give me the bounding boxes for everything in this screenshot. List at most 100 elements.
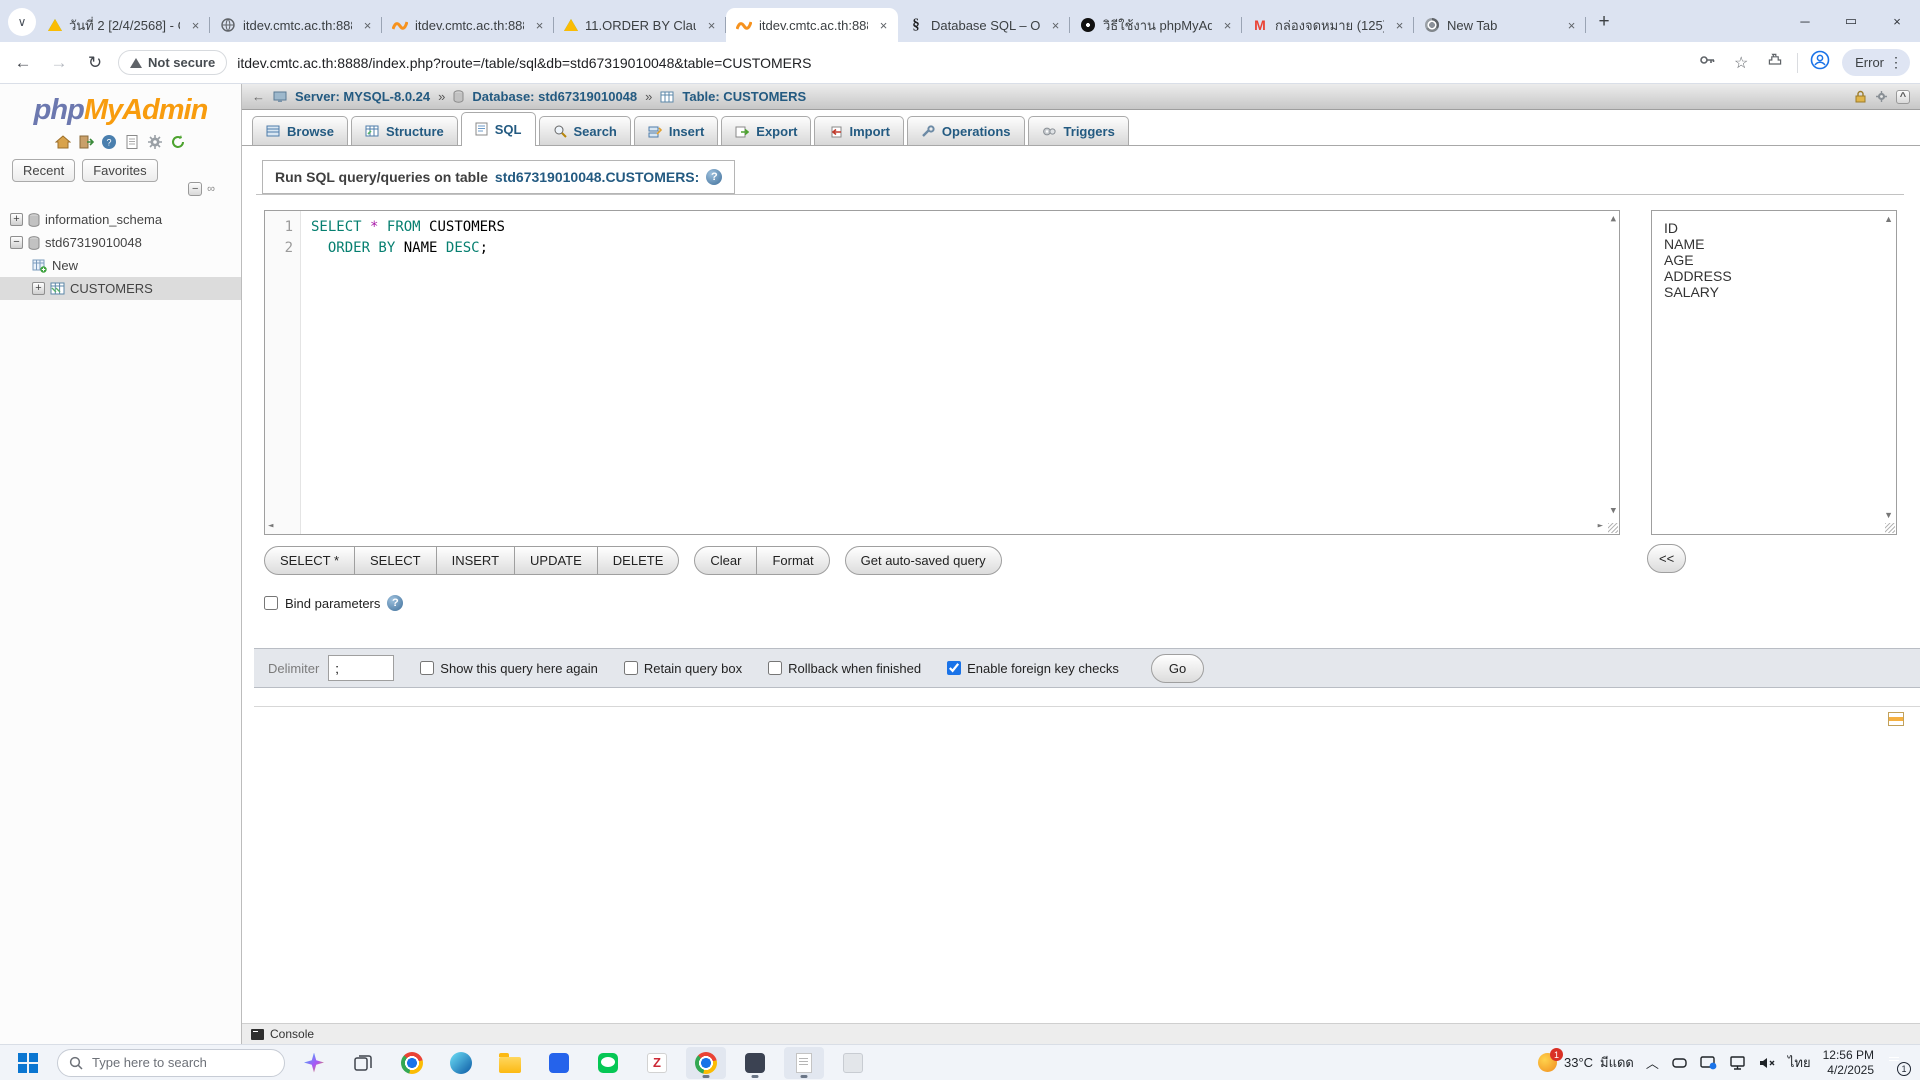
- taskbar-app-dark[interactable]: [735, 1047, 775, 1079]
- tab-structure[interactable]: Structure: [351, 116, 458, 145]
- sql-editor[interactable]: 1 2 SELECT * FROM CUSTOMERS ORDER BY NAM…: [264, 210, 1620, 535]
- tab-close-icon[interactable]: ×: [1563, 17, 1580, 34]
- retain-query-checkbox[interactable]: [624, 661, 638, 675]
- rollback-checkbox[interactable]: [768, 661, 782, 675]
- taskbar-clock[interactable]: 12:56 PM 4/2/2025: [1823, 1048, 1874, 1078]
- scroll-top-icon[interactable]: ^: [1896, 90, 1910, 104]
- collapse-all-icon[interactable]: −: [188, 182, 202, 196]
- back-icon[interactable]: ←: [10, 53, 36, 73]
- tab-close-icon[interactable]: ×: [1219, 17, 1236, 34]
- columns-panel[interactable]: ID NAME AGE ADDRESS SALARY ▲ ▼: [1651, 210, 1897, 535]
- tray-network-icon[interactable]: [1729, 1056, 1746, 1070]
- tray-share-icon[interactable]: [1700, 1056, 1717, 1070]
- url-bar[interactable]: itdev.cmtc.ac.th:8888/index.php?route=/t…: [237, 55, 1685, 71]
- show-query-option[interactable]: Show this query here again: [420, 661, 598, 676]
- resize-grip[interactable]: [1885, 523, 1895, 533]
- tab-close-icon[interactable]: ×: [187, 17, 204, 34]
- tree-item-database[interactable]: − std67319010048: [0, 231, 241, 254]
- taskbar-app-blue[interactable]: [539, 1047, 579, 1079]
- tab-close-icon[interactable]: ×: [359, 17, 376, 34]
- scroll-right-icon[interactable]: ►: [1598, 522, 1603, 531]
- tab-sql[interactable]: SQL: [461, 112, 536, 145]
- tray-capture-icon[interactable]: [1671, 1056, 1688, 1070]
- new-tab-button[interactable]: +: [1590, 8, 1618, 36]
- scroll-down-icon[interactable]: ▼: [1884, 511, 1893, 520]
- hide-panel-arrow-icon[interactable]: ←: [252, 89, 265, 104]
- clear-button[interactable]: Clear: [694, 546, 757, 575]
- rollback-option[interactable]: Rollback when finished: [768, 661, 921, 676]
- browser-tab-4[interactable]: 11.ORDER BY Clause - ×: [554, 8, 726, 42]
- breadcrumb-table-link[interactable]: Table: CUSTOMERS: [682, 89, 806, 104]
- pma-logo[interactable]: phpMyAdmin: [0, 94, 241, 127]
- tab-search-icon[interactable]: ∨: [8, 8, 36, 36]
- tab-close-icon[interactable]: ×: [875, 17, 892, 34]
- browser-tab-7[interactable]: วิธีใช้งาน phpMyAdmi ×: [1070, 8, 1242, 42]
- minimize-button[interactable]: ─: [1782, 0, 1828, 42]
- fk-checks-option[interactable]: Enable foreign key checks: [947, 661, 1119, 676]
- tab-close-icon[interactable]: ×: [1047, 17, 1064, 34]
- refresh-icon[interactable]: [170, 134, 186, 150]
- start-button[interactable]: [8, 1047, 48, 1079]
- breadcrumb-database-link[interactable]: Database: std67319010048: [472, 89, 637, 104]
- settings-gear-icon[interactable]: [147, 134, 163, 150]
- home-icon[interactable]: [55, 134, 71, 150]
- taskbar-app-chrome-running[interactable]: [686, 1047, 726, 1079]
- tab-export[interactable]: Export: [721, 116, 811, 145]
- fk-checks-checkbox[interactable]: [947, 661, 961, 675]
- insert-button[interactable]: INSERT: [436, 546, 515, 575]
- taskbar-app-line[interactable]: [588, 1047, 628, 1079]
- tree-item-new[interactable]: New: [0, 254, 241, 277]
- bind-parameters-checkbox[interactable]: [264, 596, 278, 610]
- expand-icon[interactable]: +: [32, 282, 45, 295]
- task-view-button[interactable]: [343, 1047, 383, 1079]
- tray-expand-icon[interactable]: ︿: [1646, 1053, 1659, 1072]
- taskbar-app-chrome[interactable]: [392, 1047, 432, 1079]
- tab-search[interactable]: Search: [539, 116, 631, 145]
- copilot-button[interactable]: [294, 1047, 334, 1079]
- autosave-query-button[interactable]: Get auto-saved query: [845, 546, 1002, 575]
- extensions-icon[interactable]: [1763, 52, 1787, 73]
- tab-insert[interactable]: Insert: [634, 116, 718, 145]
- notification-center-button[interactable]: 1: [1886, 1053, 1908, 1073]
- select-star-button[interactable]: SELECT *: [264, 546, 355, 575]
- help-icon[interactable]: ?: [101, 134, 117, 150]
- go-button[interactable]: Go: [1151, 654, 1204, 683]
- taskbar-app-notes[interactable]: [784, 1047, 824, 1079]
- tab-close-icon[interactable]: ×: [703, 17, 720, 34]
- logout-icon[interactable]: [78, 134, 94, 150]
- taskbar-app-edge[interactable]: [441, 1047, 481, 1079]
- update-button[interactable]: UPDATE: [514, 546, 598, 575]
- format-button[interactable]: Format: [756, 546, 829, 575]
- select-button[interactable]: SELECT: [354, 546, 437, 575]
- link-icon[interactable]: ∞: [207, 183, 215, 195]
- forward-icon[interactable]: →: [46, 53, 72, 73]
- taskbar-app-explorer[interactable]: [490, 1047, 530, 1079]
- breadcrumb-server-link[interactable]: Server: MYSQL-8.0.24: [295, 89, 430, 104]
- taskbar-app-gray[interactable]: [833, 1047, 873, 1079]
- help-icon[interactable]: ?: [706, 169, 722, 185]
- tray-volume-muted-icon[interactable]: [1758, 1056, 1776, 1070]
- browser-tab-3[interactable]: itdev.cmtc.ac.th:8888 ×: [382, 8, 554, 42]
- language-indicator[interactable]: ไทย: [1788, 1052, 1811, 1073]
- password-key-icon[interactable]: [1695, 51, 1719, 74]
- column-item[interactable]: NAME: [1664, 236, 1896, 252]
- browser-tab-2[interactable]: itdev.cmtc.ac.th:8888/ ×: [210, 8, 382, 42]
- tree-item-customers[interactable]: + CUSTOMERS: [0, 277, 241, 300]
- menu-kebab-icon[interactable]: ⋮: [1889, 54, 1903, 71]
- browser-tab-6[interactable]: § Database SQL – ORD ×: [898, 8, 1070, 42]
- docs-icon[interactable]: [124, 134, 140, 150]
- collapse-columns-button[interactable]: <<: [1647, 544, 1686, 573]
- favorites-button[interactable]: Favorites: [82, 159, 157, 182]
- weather-widget[interactable]: 1 33°C มีแดด: [1538, 1052, 1634, 1073]
- maximize-button[interactable]: ▭: [1828, 0, 1874, 42]
- taskbar-app-zotero[interactable]: Z: [637, 1047, 677, 1079]
- retain-query-box-option[interactable]: Retain query box: [624, 661, 742, 676]
- profile-error-button[interactable]: Error ⋮: [1842, 49, 1910, 76]
- scroll-up-icon[interactable]: ▲: [1611, 215, 1616, 224]
- tab-close-icon[interactable]: ×: [1391, 17, 1408, 34]
- page-settings-gear-icon[interactable]: [1875, 90, 1888, 103]
- delimiter-input[interactable]: [328, 655, 394, 681]
- browser-tab-active[interactable]: itdev.cmtc.ac.th:8888 ×: [726, 8, 898, 42]
- delete-button[interactable]: DELETE: [597, 546, 680, 575]
- console-bar[interactable]: Console: [242, 1023, 1920, 1044]
